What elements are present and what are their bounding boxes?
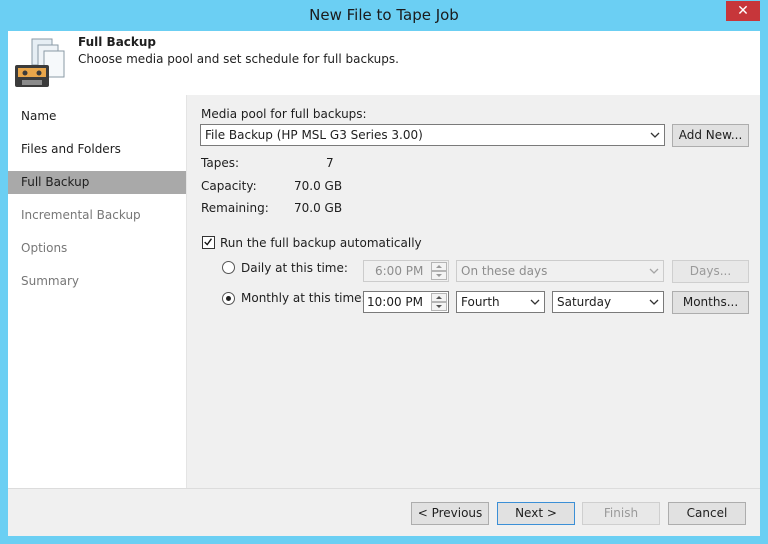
- wizard-header: Full Backup Choose media pool and set sc…: [8, 31, 760, 95]
- daily-time-spinner[interactable]: 6:00 PM: [363, 260, 449, 282]
- monthly-week-selected: Fourth: [461, 295, 500, 309]
- finish-button[interactable]: Finish: [582, 502, 660, 525]
- wizard-steps-nav: Name Files and Folders Full Backup Incre…: [8, 95, 187, 488]
- nav-item-label: Files and Folders: [21, 142, 121, 156]
- nav-item-label: Options: [21, 241, 68, 255]
- wizard-client: Full Backup Choose media pool and set sc…: [8, 31, 760, 536]
- capacity-value: 70.0 GB: [294, 179, 343, 193]
- monthly-time-value: 10:00 PM: [367, 295, 423, 309]
- monthly-radio[interactable]: [222, 292, 235, 305]
- daily-days-selected: On these days: [461, 264, 548, 278]
- monthly-time-spinner[interactable]: 10:00 PM: [363, 291, 449, 313]
- chevron-up-icon: [436, 265, 442, 268]
- remaining-value: 70.0 GB: [294, 201, 343, 215]
- tapes-value: 7: [326, 156, 334, 170]
- monthly-time-spin-buttons: [431, 293, 447, 311]
- auto-full-backup-label: Run the full backup automatically: [220, 236, 422, 250]
- days-button[interactable]: Days...: [672, 260, 749, 283]
- close-button[interactable]: ✕: [726, 1, 760, 21]
- chevron-down-icon: [436, 274, 442, 277]
- nav-item-label: Summary: [21, 274, 79, 288]
- monthly-day-selected: Saturday: [557, 295, 612, 309]
- chevron-down-icon: [650, 132, 660, 138]
- daily-label: Daily at this time:: [241, 261, 348, 275]
- capacity-label: Capacity:: [201, 179, 257, 193]
- nav-item-full-backup[interactable]: Full Backup: [8, 171, 186, 194]
- nav-item-name[interactable]: Name: [8, 105, 186, 128]
- spin-down-button[interactable]: [431, 302, 447, 311]
- daily-radio[interactable]: [222, 261, 235, 274]
- nav-item-files-and-folders[interactable]: Files and Folders: [8, 138, 186, 161]
- tape-files-icon: [15, 38, 65, 87]
- previous-button[interactable]: < Previous: [411, 502, 489, 525]
- daily-days-select[interactable]: On these days: [456, 260, 664, 282]
- spin-down-button[interactable]: [431, 271, 447, 280]
- add-new-pool-button[interactable]: Add New...: [672, 124, 749, 147]
- nav-item-options[interactable]: Options: [8, 237, 186, 260]
- media-pool-label: Media pool for full backups:: [201, 107, 367, 121]
- monthly-day-select[interactable]: Saturday: [552, 291, 664, 313]
- chevron-down-icon: [530, 299, 540, 305]
- months-button[interactable]: Months...: [672, 291, 749, 314]
- step-title: Full Backup: [78, 35, 157, 49]
- next-button[interactable]: Next >: [497, 502, 575, 525]
- tapes-label: Tapes:: [201, 156, 239, 170]
- nav-item-summary[interactable]: Summary: [8, 270, 186, 293]
- window-title: New File to Tape Job: [309, 6, 459, 24]
- nav-item-label: Full Backup: [21, 175, 90, 189]
- nav-item-label: Name: [21, 109, 57, 123]
- daily-time-value: 6:00 PM: [375, 264, 424, 278]
- monthly-week-select[interactable]: Fourth: [456, 291, 545, 313]
- close-icon: ✕: [737, 3, 749, 19]
- daily-time-spin-buttons: [431, 262, 447, 280]
- wizard-window: New File to Tape Job ✕ Full Backup Choos…: [0, 0, 768, 544]
- spin-up-button[interactable]: [431, 293, 447, 302]
- chevron-up-icon: [436, 296, 442, 299]
- nav-item-label: Incremental Backup: [21, 208, 141, 222]
- chevron-down-icon: [649, 268, 659, 274]
- chevron-down-icon: [436, 305, 442, 308]
- remaining-label: Remaining:: [201, 201, 269, 215]
- spin-up-button[interactable]: [431, 262, 447, 271]
- media-pool-selected: File Backup (HP MSL G3 Series 3.00): [205, 128, 423, 142]
- step-subtitle: Choose media pool and set schedule for f…: [78, 52, 399, 66]
- title-bar[interactable]: New File to Tape Job ✕: [0, 0, 768, 31]
- media-pool-select[interactable]: File Backup (HP MSL G3 Series 3.00): [200, 124, 665, 146]
- monthly-label: Monthly at this time:: [241, 291, 366, 305]
- wizard-footer: < Previous Next > Finish Cancel: [8, 488, 760, 536]
- chevron-down-icon: [649, 299, 659, 305]
- step-content: Media pool for full backups: File Backup…: [188, 95, 760, 488]
- checkmark-icon: [204, 238, 213, 246]
- nav-item-incremental-backup[interactable]: Incremental Backup: [8, 204, 186, 227]
- auto-full-backup-checkbox[interactable]: [202, 236, 215, 249]
- cancel-button[interactable]: Cancel: [668, 502, 746, 525]
